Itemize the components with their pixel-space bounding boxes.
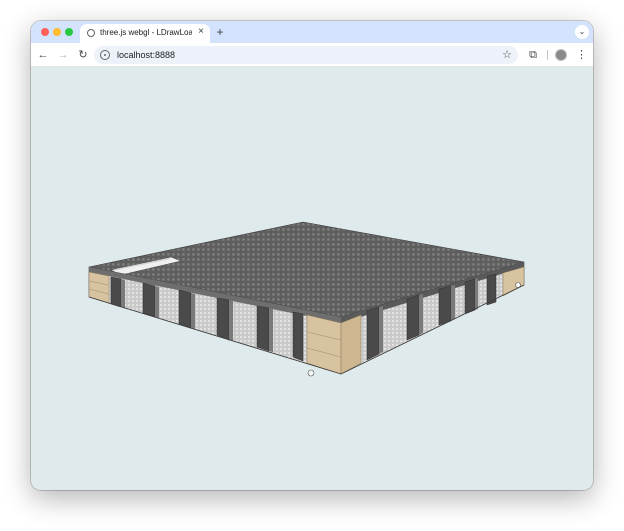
tan-corner-block-left	[88, 271, 110, 304]
browser-window: three.js webgl - LDrawLoader × + ⌄ ← → ↻…	[31, 21, 593, 490]
globe-icon	[87, 29, 95, 37]
tab-search-chevron-icon[interactable]: ⌄	[575, 25, 589, 39]
tab-title: three.js webgl - LDrawLoader	[100, 28, 192, 37]
minimize-window-icon[interactable]	[53, 28, 61, 36]
url-text[interactable]: localhost:8888	[117, 50, 175, 60]
site-info-icon[interactable]	[100, 50, 110, 60]
close-tab-icon[interactable]: ×	[196, 27, 206, 37]
bookmark-star-icon[interactable]: ☆	[502, 48, 512, 61]
webgl-canvas[interactable]	[31, 67, 593, 490]
lego-platform-model	[88, 221, 525, 377]
close-window-icon[interactable]	[41, 28, 49, 36]
browser-toolbar: ← → ↻ localhost:8888 ☆ ⧉ ⋮	[31, 43, 593, 67]
corner-peg-right	[515, 282, 521, 288]
address-bar[interactable]: localhost:8888 ☆	[94, 46, 518, 64]
new-tab-button[interactable]: +	[214, 26, 226, 38]
corner-peg-front	[307, 369, 315, 377]
tab-strip: three.js webgl - LDrawLoader × + ⌄	[31, 21, 593, 43]
profile-avatar[interactable]	[555, 49, 567, 61]
back-arrow-icon[interactable]: ←	[36, 48, 50, 62]
maximize-window-icon[interactable]	[65, 28, 73, 36]
toolbar-divider	[547, 50, 548, 60]
more-menu-icon[interactable]: ⋮	[576, 48, 587, 62]
forward-arrow-icon[interactable]: →	[56, 48, 70, 62]
extensions-puzzle-icon[interactable]: ⧉	[526, 48, 540, 62]
active-tab[interactable]: three.js webgl - LDrawLoader ×	[80, 24, 210, 43]
reload-icon[interactable]: ↻	[76, 48, 90, 62]
